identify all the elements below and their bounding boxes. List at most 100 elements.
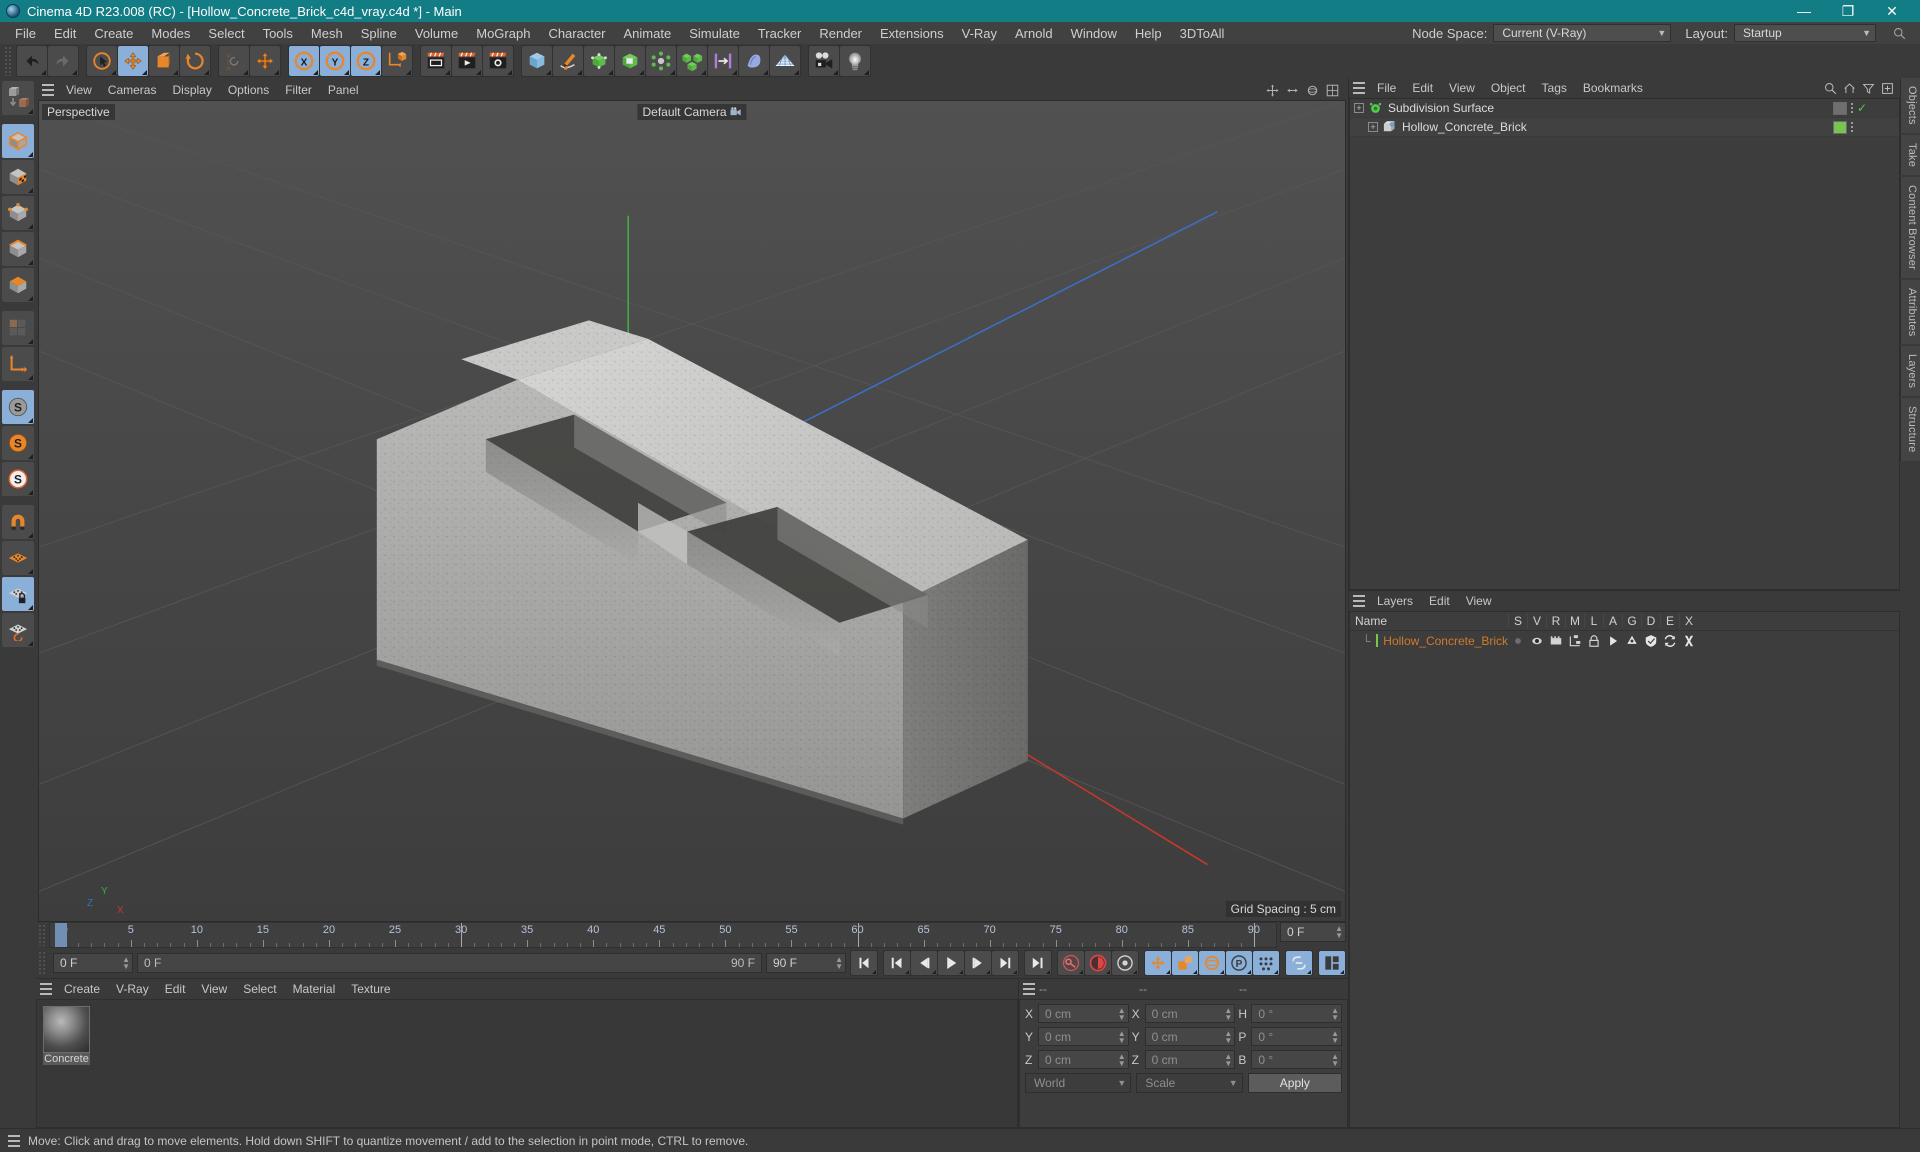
- object-tag[interactable]: [1833, 120, 1847, 134]
- move-tool-button[interactable]: [118, 46, 148, 76]
- object-menu-file[interactable]: File: [1369, 80, 1404, 96]
- spinner-icon[interactable]: ▲ ▼: [1335, 925, 1343, 940]
- next-frame-button[interactable]: [965, 950, 991, 975]
- spinner-icon[interactable]: ▲ ▼: [835, 955, 843, 970]
- material-menu-view[interactable]: View: [193, 981, 235, 997]
- material-item[interactable]: Concrete: [43, 1006, 90, 1065]
- dynamics-button[interactable]: [708, 46, 738, 76]
- spinner-icon[interactable]: ▲ ▼: [1118, 1052, 1126, 1067]
- spinner-icon[interactable]: ▲ ▼: [1118, 1029, 1126, 1044]
- material-manager-body[interactable]: Concrete: [36, 999, 1018, 1128]
- menu-item-extensions[interactable]: Extensions: [871, 24, 953, 43]
- parameter-key-button[interactable]: P: [1226, 950, 1252, 975]
- viewport-solo-button[interactable]: S: [2, 426, 34, 460]
- cloner-button[interactable]: [677, 46, 707, 76]
- mograph-button[interactable]: [646, 46, 676, 76]
- object-axis-button[interactable]: [382, 46, 412, 76]
- coord-mode-select[interactable]: Scale ▼: [1136, 1073, 1243, 1093]
- flag-m-icon[interactable]: [1567, 634, 1583, 648]
- position-field[interactable]: 0 cm ▲ ▼: [1038, 1004, 1129, 1023]
- psr-lock-button[interactable]: PSR: [219, 46, 249, 76]
- workplane-rotate-button[interactable]: [2, 613, 34, 647]
- make-editable-button[interactable]: [2, 81, 34, 115]
- material-menu-material[interactable]: Material: [285, 981, 344, 997]
- autokey-button[interactable]: [1085, 950, 1111, 975]
- rotation-field[interactable]: 0 ° ▲ ▼: [1251, 1004, 1343, 1023]
- close-button[interactable]: ✕: [1870, 0, 1914, 22]
- flag-x-icon[interactable]: [1681, 634, 1697, 648]
- size-field[interactable]: 0 cm ▲ ▼: [1144, 1004, 1236, 1023]
- object-menu-bookmarks[interactable]: Bookmarks: [1575, 80, 1651, 96]
- menu-item-tools[interactable]: Tools: [254, 24, 302, 43]
- grid-snap-button[interactable]: [2, 541, 34, 575]
- floor-environment-button[interactable]: [770, 46, 800, 76]
- coord-system-select[interactable]: World ▼: [1025, 1073, 1132, 1093]
- spinner-icon[interactable]: ▲ ▼: [122, 955, 130, 970]
- menu-item-help[interactable]: Help: [1126, 24, 1171, 43]
- ruler-frame-field[interactable]: 0 F ▲ ▼: [1280, 922, 1346, 942]
- maximize-icon[interactable]: [1324, 82, 1341, 99]
- rotate-tool-button[interactable]: [180, 46, 210, 76]
- layer-color-swatch[interactable]: [1375, 634, 1379, 647]
- menu-item-create[interactable]: Create: [85, 24, 142, 43]
- time-slider-bar[interactable]: 0 F 90 F: [137, 952, 762, 973]
- menu-item-modes[interactable]: Modes: [142, 24, 199, 43]
- menu-item-mograph[interactable]: MoGraph: [467, 24, 539, 43]
- position-key-button[interactable]: [1145, 950, 1171, 975]
- position-field[interactable]: 0 cm ▲ ▼: [1038, 1050, 1129, 1069]
- play-button[interactable]: [938, 950, 964, 975]
- go-to-end-button[interactable]: [1025, 950, 1051, 975]
- bend-deformer-button[interactable]: [615, 46, 645, 76]
- rotate-icon[interactable]: [1304, 82, 1321, 99]
- spinner-icon[interactable]: ▲ ▼: [1331, 1052, 1339, 1067]
- menu-item-render[interactable]: Render: [810, 24, 871, 43]
- viewport-3d[interactable]: Perspective Default Camera Grid Spacing …: [38, 100, 1346, 922]
- rail-tab-objects[interactable]: Objects: [1900, 78, 1920, 133]
- current-frame-field[interactable]: 0 F ▲ ▼: [53, 952, 133, 973]
- toolbar-grip[interactable]: [4, 46, 13, 76]
- scale-tool-button[interactable]: [149, 46, 179, 76]
- rail-tab-attributes[interactable]: Attributes: [1900, 279, 1920, 345]
- go-to-start-button[interactable]: [851, 950, 877, 975]
- flag-v-icon[interactable]: [1529, 634, 1545, 648]
- object-tag[interactable]: [1833, 101, 1847, 115]
- object-menu-icon[interactable]: [1349, 80, 1369, 96]
- expand-toggle[interactable]: +: [1368, 122, 1378, 132]
- render-view-button[interactable]: [421, 46, 451, 76]
- viewport-menu-filter[interactable]: Filter: [277, 82, 320, 98]
- object-menu-view[interactable]: View: [1441, 80, 1483, 96]
- object-menu-edit[interactable]: Edit: [1404, 80, 1441, 96]
- flag-s-icon[interactable]: [1510, 634, 1526, 648]
- position-field[interactable]: 0 cm ▲ ▼: [1038, 1027, 1129, 1046]
- layer-manager-body[interactable]: Name SVRMLAGDEX └ Hollow_Concrete_Brick: [1349, 611, 1900, 1128]
- spinner-icon[interactable]: ▲ ▼: [1224, 1029, 1232, 1044]
- object-menu-object[interactable]: Object: [1483, 80, 1534, 96]
- timeline-playhead[interactable]: [54, 923, 67, 947]
- render-settings-button[interactable]: [483, 46, 513, 76]
- generator-button[interactable]: [584, 46, 614, 76]
- menu-item-character[interactable]: Character: [539, 24, 614, 43]
- object-row[interactable]: + Hollow_Concrete_Brick: [1350, 118, 1899, 137]
- cube-primitive-button[interactable]: [522, 46, 552, 76]
- live-selection-button[interactable]: [87, 46, 117, 76]
- viewport-menu-cameras[interactable]: Cameras: [100, 82, 165, 98]
- tag-dots-icon[interactable]: [1851, 103, 1853, 113]
- tag-dots-icon[interactable]: [1851, 122, 1853, 132]
- object-menu-tags[interactable]: Tags: [1534, 80, 1575, 96]
- undo-button[interactable]: [17, 46, 47, 76]
- maximize-button[interactable]: ❐: [1826, 0, 1870, 22]
- home-icon[interactable]: [1843, 82, 1856, 95]
- add-icon[interactable]: [1881, 82, 1894, 95]
- flag-r-icon[interactable]: [1548, 634, 1564, 648]
- rotation-field[interactable]: 0 ° ▲ ▼: [1251, 1027, 1343, 1046]
- previous-key-button[interactable]: [884, 950, 910, 975]
- snap-magnet-button[interactable]: [2, 505, 34, 539]
- end-frame-field[interactable]: 90 F ▲ ▼: [766, 952, 846, 973]
- light-button[interactable]: [840, 46, 870, 76]
- size-field[interactable]: 0 cm ▲ ▼: [1144, 1027, 1236, 1046]
- rotation-key-button[interactable]: [1199, 950, 1225, 975]
- menu-item-select[interactable]: Select: [199, 24, 253, 43]
- timeline-settings-button[interactable]: [1319, 950, 1345, 975]
- scale-key-button[interactable]: [1172, 950, 1198, 975]
- status-menu-icon[interactable]: [4, 1133, 24, 1149]
